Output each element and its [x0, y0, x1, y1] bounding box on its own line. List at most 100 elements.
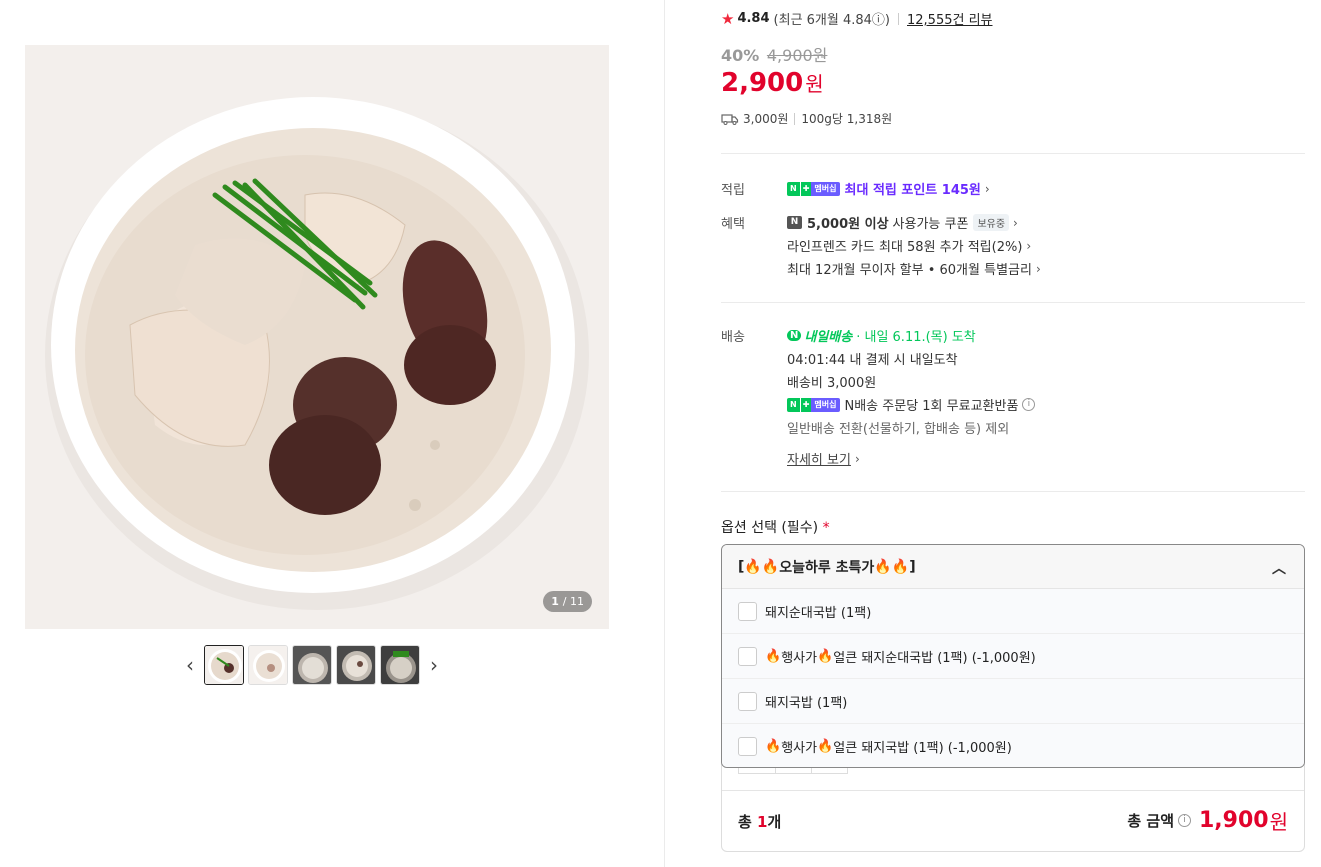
delivery-logo-text: 내일배송	[804, 330, 853, 345]
installment-text: 최대 12개월 무이자 할부 • 60개월 특별금리	[787, 263, 1032, 278]
fire-icon: 🔥	[817, 648, 834, 664]
option-dropdown-header[interactable]: [ 🔥 🔥 오늘하루 초특가 🔥 🔥 ] ︿	[722, 545, 1304, 589]
option-group-name: 오늘하루 초특가	[779, 559, 875, 576]
option-checkbox[interactable]	[738, 646, 757, 666]
column-divider	[664, 0, 665, 867]
badge-plus: ✚	[799, 181, 812, 196]
points-line[interactable]: N ✚ 멤버십 최대 적립 포인트 145원 ›	[787, 179, 990, 198]
section-divider	[721, 302, 1305, 303]
section-divider	[721, 153, 1305, 154]
rating-row: ★ 4.84 (최근 6개월 4.84ⓘ) 12,555건 리뷰	[721, 9, 993, 29]
truck-icon	[721, 113, 739, 125]
counter-total: / 11	[562, 595, 584, 608]
points-label: 적립	[721, 183, 745, 198]
shipping-fee: 3,000원	[743, 112, 789, 126]
section-divider	[721, 491, 1305, 492]
shipping-row: 3,000원 100g당 1,318원	[721, 110, 892, 127]
fire-icon: 🔥	[765, 648, 782, 664]
deadline-line: 04:01:44 내 결제 시 내일도착	[787, 353, 958, 368]
card-benefit-text: 라인프렌즈 카드 최대 58원 추가 적립(2%)	[787, 240, 1023, 255]
chevron-right-icon: ›	[854, 451, 860, 466]
option-label: 얼큰 돼지국밥 (1팩) (-1,000원)	[833, 741, 1012, 756]
option-item[interactable]: 🔥 행사가 🔥 얼큰 돼지국밥 (1팩) (-1,000원)	[722, 724, 1304, 767]
exchange-text: N배송 주문당 1회 무료교환반품	[844, 399, 1019, 414]
chevron-left-icon[interactable]: ‹	[180, 645, 200, 685]
chevron-right-icon: ›	[1026, 238, 1032, 253]
review-count-link[interactable]: 12,555건 리뷰	[907, 9, 993, 28]
option-item[interactable]: 🔥 행사가 🔥 얼큰 돼지순대국밥 (1팩) (-1,000원)	[722, 634, 1304, 679]
chevron-right-icon[interactable]: ›	[424, 645, 444, 685]
badge-membership: 멤버십	[811, 181, 840, 196]
option-title: 옵션 선택 (필수) *	[721, 517, 830, 537]
option-item[interactable]: 돼지순대국밥 (1팩)	[722, 589, 1304, 634]
thumbnail-2[interactable]	[248, 645, 288, 685]
rating-score: 4.84	[737, 11, 770, 26]
header-bracket-close: ]	[909, 558, 916, 575]
more-details-link[interactable]: 자세히 보기	[787, 449, 851, 468]
divider	[898, 12, 899, 25]
arrival-date: · 내일 6.11.(목) 도착	[856, 330, 976, 345]
option-promo-label: 행사가	[781, 650, 818, 666]
product-main-image[interactable]: 1 / 11	[25, 45, 609, 629]
option-checkbox[interactable]	[738, 601, 757, 621]
info-icon[interactable]: i	[1022, 398, 1036, 411]
naver-plus-membership-badge: N ✚ 멤버십	[787, 397, 840, 412]
sale-price: 2,900 원	[721, 68, 824, 98]
chevron-right-icon: ›	[1013, 215, 1018, 230]
badge-n: N	[787, 181, 800, 196]
badge-membership: 멤버십	[811, 397, 840, 412]
fire-icon: 🔥	[874, 558, 892, 575]
naver-plus-membership-badge: N ✚ 멤버십	[787, 181, 840, 196]
installment-line[interactable]: 최대 12개월 무이자 할부 • 60개월 특별금리 ›	[787, 259, 1041, 279]
max-points-text[interactable]: 최대 적립 포인트 145원	[845, 179, 981, 198]
unit-price: 100g당 1,318원	[801, 112, 893, 126]
option-item[interactable]: 돼지국밥 (1팩)	[722, 679, 1304, 724]
required-mark: *	[822, 520, 830, 536]
option-label: 돼지순대국밥 (1팩)	[765, 605, 872, 621]
fire-icon: 🔥	[765, 739, 782, 754]
coupon-text: 사용가능 쿠폰	[892, 217, 969, 232]
total-count: 총 1개	[738, 811, 781, 832]
counter-current: 1	[551, 595, 559, 608]
sale-price-unit: 원	[805, 72, 824, 96]
delivery-line: N 내일배송 · 내일 6.11.(목) 도착	[787, 326, 976, 345]
exchange-line: N ✚ 멤버십 N배송 주문당 1회 무료교환반품 i	[787, 395, 1036, 414]
thumbnail-1[interactable]	[204, 645, 244, 685]
chevron-right-icon: ›	[984, 181, 990, 196]
delivery-fee-line: 배송비 3,000원	[787, 376, 877, 391]
total-count-value: 1	[757, 813, 768, 831]
coupon-owned-chip: 보유중	[973, 214, 1010, 231]
total-count-prefix: 총	[738, 813, 758, 831]
thumbnail-4[interactable]	[336, 645, 376, 685]
naver-tomorrow-delivery-logo: N 내일배송	[787, 326, 852, 345]
thumbnail-3[interactable]	[292, 645, 332, 685]
fire-icon: 🔥	[744, 558, 762, 575]
option-promo-label: 행사가	[781, 741, 818, 756]
recent-rating[interactable]: (최근 6개월 4.84ⓘ)	[774, 9, 890, 28]
fire-icon: 🔥	[891, 558, 910, 575]
total-amount-label: 총 금액	[1127, 812, 1174, 830]
info-icon[interactable]: i	[1178, 814, 1191, 827]
option-checkbox[interactable]	[738, 691, 757, 711]
fire-icon: 🔥	[817, 739, 834, 754]
discount-row: 40% 4,900원	[721, 42, 827, 66]
card-benefit-line[interactable]: 라인프렌즈 카드 최대 58원 추가 적립(2%) ›	[787, 236, 1032, 256]
image-counter: 1 / 11	[543, 591, 592, 612]
divider	[722, 790, 1304, 791]
thumbnail-5[interactable]	[380, 645, 420, 685]
option-checkbox[interactable]	[738, 737, 757, 756]
discount-rate: 40%	[721, 46, 760, 65]
divider	[794, 112, 796, 125]
naver-n-icon: N	[787, 216, 802, 229]
option-dropdown[interactable]: [ 🔥 🔥 오늘하루 초특가 🔥 🔥 ] ︿ 돼지순대국밥 (1팩) 🔥 행사가 🔥…	[721, 544, 1305, 768]
delivery-label: 배송	[721, 330, 745, 345]
benefits-label: 혜택	[721, 217, 745, 232]
coupon-line[interactable]: N 5,000원 이상 사용가능 쿠폰 보유중 ›	[787, 213, 1018, 232]
chevron-up-icon[interactable]: ︿	[1272, 558, 1286, 578]
delivery-more-line[interactable]: 자세히 보기 ›	[787, 449, 860, 469]
option-label: 얼큰 돼지순대국밥 (1팩) (-1,000원)	[833, 650, 1036, 666]
total-count-suffix: 개	[767, 813, 782, 831]
fire-icon: 🔥	[761, 558, 780, 575]
original-price: 4,900원	[766, 46, 828, 65]
exception-line: 일반배송 전환(선물하기, 합배송 등) 제외	[787, 422, 1010, 437]
